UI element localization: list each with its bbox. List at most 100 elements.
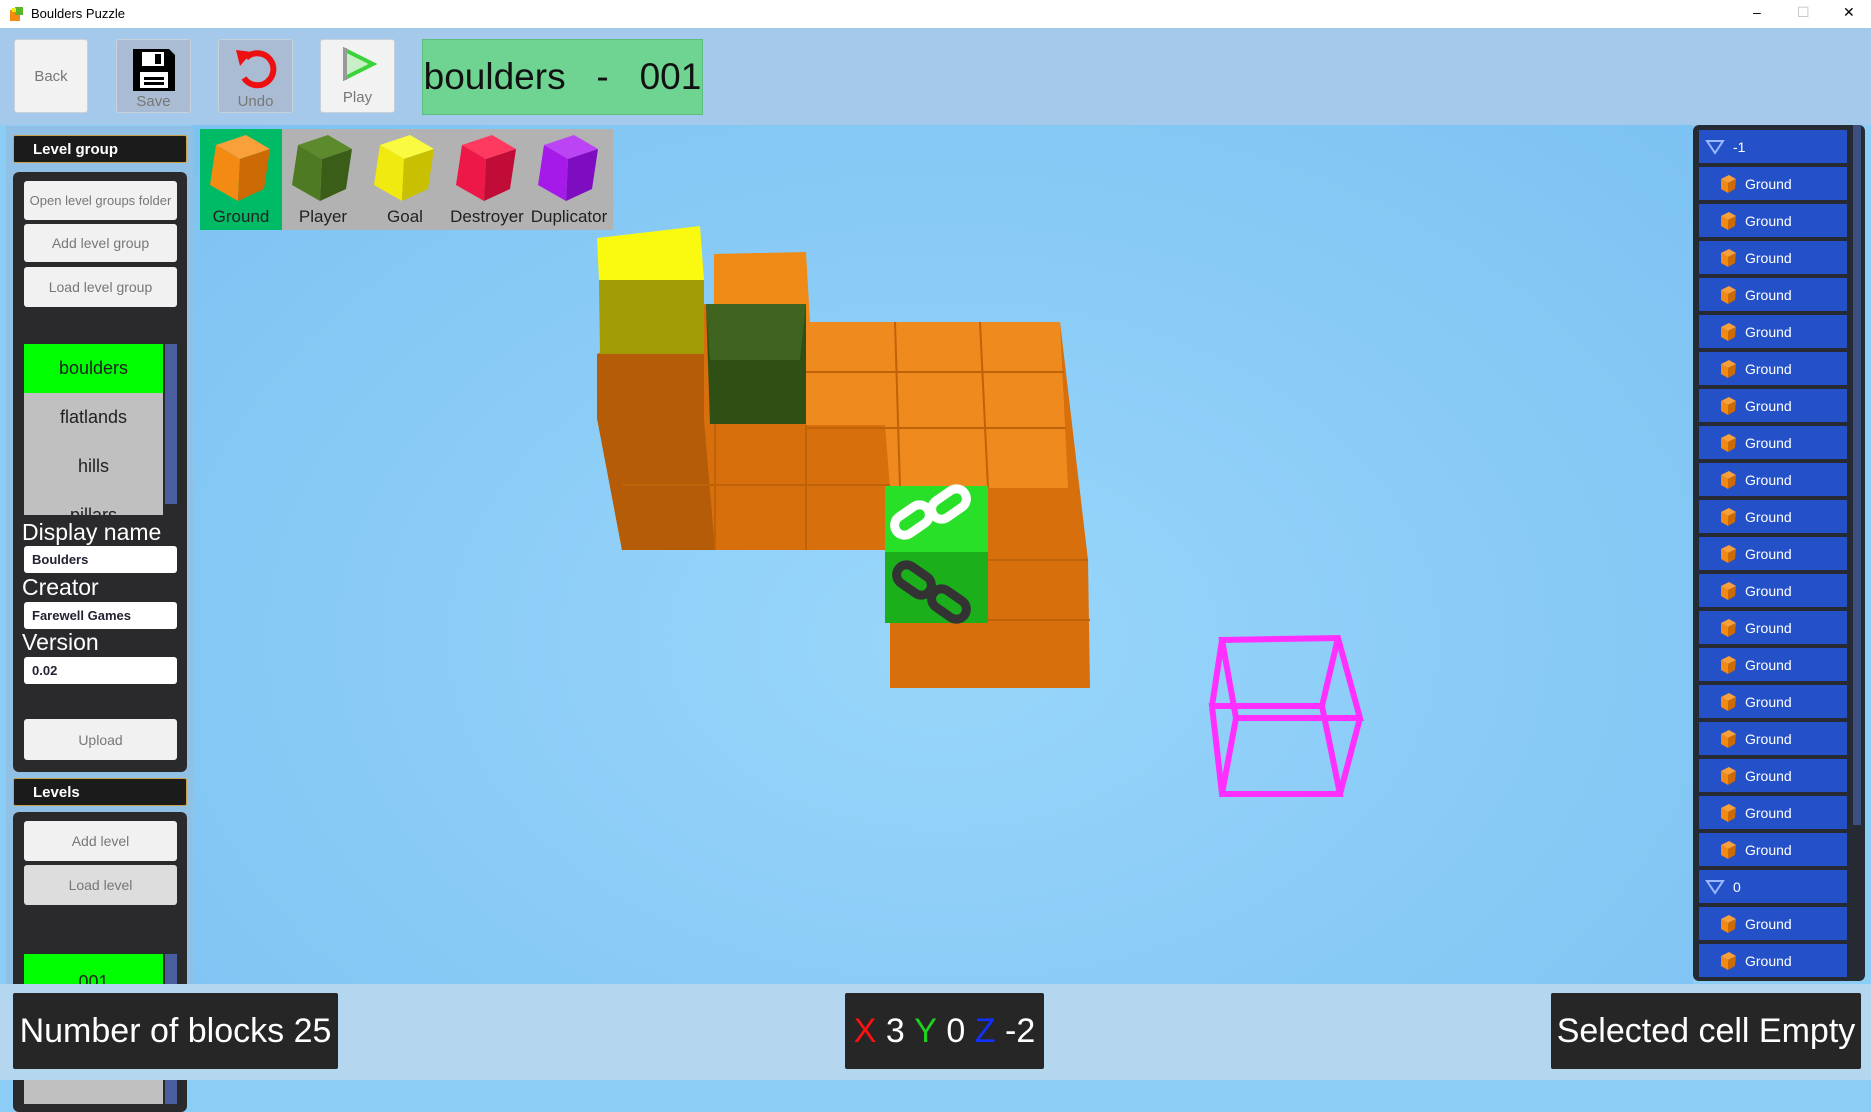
save-label: Save — [136, 93, 171, 110]
layer-label: Ground — [1745, 286, 1792, 303]
palette-label: Goal — [387, 207, 423, 226]
app-icon — [10, 7, 23, 21]
load-level-group-button[interactable]: Load level group — [24, 267, 177, 307]
version-input[interactable]: 0.02 — [24, 657, 177, 684]
ground-cube-icon — [1721, 655, 1736, 674]
layer-block-row[interactable]: Ground — [1699, 426, 1847, 459]
layer-block-row[interactable]: Ground — [1699, 648, 1847, 681]
layer-label: Ground — [1745, 323, 1792, 340]
list-item[interactable]: hills — [24, 442, 163, 491]
layer-group-row[interactable]: 0 — [1699, 870, 1847, 903]
minimize-button[interactable]: – — [1753, 4, 1761, 20]
ground-cube-icon — [1721, 803, 1736, 822]
open-level-groups-folder-button[interactable]: Open level groups folder — [24, 181, 177, 220]
level-group-list[interactable]: boulders flatlands hills pillars — [24, 344, 163, 515]
y-label: Y — [914, 1011, 937, 1050]
layer-label: Ground — [1745, 508, 1792, 525]
layer-block-row[interactable]: Ground — [1699, 907, 1847, 940]
play-label: Play — [342, 89, 373, 106]
layer-label: Ground — [1745, 360, 1792, 377]
selection-cursor-cube — [1208, 634, 1364, 797]
back-button[interactable]: Back — [14, 39, 88, 113]
ground-cube-icon — [1721, 285, 1736, 304]
display-name-input[interactable]: Boulders — [24, 546, 177, 573]
layer-block-row[interactable]: Ground — [1699, 833, 1847, 866]
layer-block-row[interactable]: Ground — [1699, 241, 1847, 274]
x-label: X — [853, 1011, 877, 1050]
layer-label: Ground — [1745, 804, 1792, 821]
layer-label: Ground — [1745, 730, 1792, 747]
layer-block-row[interactable]: Ground — [1699, 463, 1847, 496]
layer-label: Ground — [1745, 841, 1792, 858]
ground-cube-icon — [1721, 359, 1736, 378]
layer-block-row[interactable]: Ground — [1699, 278, 1847, 311]
layer-block-row[interactable]: Ground — [1699, 389, 1847, 422]
layer-label: Ground — [1745, 693, 1792, 710]
layer-block-row[interactable]: Ground — [1699, 759, 1847, 792]
player-block-top — [706, 304, 806, 360]
list-item[interactable]: boulders — [24, 344, 163, 393]
x-value: 3 — [885, 1011, 905, 1050]
undo-icon — [236, 50, 277, 89]
layer-group-row[interactable]: -1 — [1699, 130, 1847, 163]
layer-block-row[interactable]: Ground — [1699, 944, 1847, 977]
3d-viewport[interactable] — [193, 125, 1693, 984]
layer-block-row[interactable]: Ground — [1699, 204, 1847, 237]
layer-label: Ground — [1745, 767, 1792, 784]
layer-block-row[interactable]: Ground — [1699, 685, 1847, 718]
close-button[interactable]: ✕ — [1843, 4, 1855, 21]
layer-block-row[interactable]: Ground — [1699, 537, 1847, 570]
palette-ground[interactable]: Ground — [200, 129, 282, 230]
ground-block-left — [597, 354, 715, 550]
add-level-button[interactable]: Add level — [24, 821, 177, 861]
ground-cube-icon — [1721, 396, 1736, 415]
palette-destroyer[interactable]: Destroyer — [446, 129, 528, 230]
block-layer-list: -1 Ground Ground Ground Ground Ground Ground Gr… — [1693, 125, 1865, 981]
list-item[interactable]: flatlands — [24, 393, 163, 442]
layer-block-row[interactable]: Ground — [1699, 352, 1847, 385]
creator-input[interactable]: Farewell Games — [24, 602, 177, 629]
palette-duplicator[interactable]: Duplicator — [528, 129, 610, 230]
layer-block-row[interactable]: Ground — [1699, 722, 1847, 755]
ground-cube-icon — [1721, 470, 1736, 489]
level-group-panel: Open level groups folder Add level group… — [13, 172, 187, 772]
layer-block-row[interactable]: Ground — [1699, 611, 1847, 644]
layer-block-row[interactable]: Ground — [1699, 315, 1847, 348]
undo-button[interactable]: Undo — [218, 39, 293, 113]
window-title: Boulders Puzzle — [31, 6, 125, 21]
layer-block-row[interactable]: Ground — [1699, 574, 1847, 607]
floppy-disk-icon — [133, 49, 175, 91]
palette-player[interactable]: Player — [282, 129, 364, 230]
layer-block-row[interactable]: Ground — [1699, 500, 1847, 533]
ground-cube-icon — [1721, 433, 1736, 452]
load-level-button[interactable]: Load level — [24, 865, 177, 905]
level-title: boulders - 001 — [422, 39, 703, 115]
layer-label: Ground — [1745, 656, 1792, 673]
ground-cube-icon — [1721, 544, 1736, 563]
upload-button[interactable]: Upload — [24, 719, 177, 760]
save-button[interactable]: Save — [116, 39, 191, 113]
ground-cube-icon — [1721, 211, 1736, 230]
layer-label: Ground — [1745, 434, 1792, 451]
add-level-group-button[interactable]: Add level group — [24, 224, 177, 262]
level-group-scrollbar[interactable] — [165, 344, 177, 504]
maximize-button[interactable]: ☐ — [1797, 4, 1810, 21]
block-count: Number of blocks 25 — [13, 993, 338, 1069]
layer-label: Ground — [1745, 212, 1792, 229]
play-button[interactable]: Play — [320, 39, 395, 113]
triangle-down-icon — [1705, 139, 1725, 155]
goal-block-top — [597, 226, 704, 280]
layer-block-row[interactable]: Ground — [1699, 167, 1847, 200]
ground-cube-icon — [1721, 581, 1736, 600]
cursor-coordinates: X 3 Y 0 Z -2 — [845, 993, 1044, 1069]
level-group-header: Level group — [13, 135, 187, 163]
layer-label: -1 — [1733, 138, 1746, 155]
left-panel: Level group Open level groups folder Add… — [6, 126, 193, 1112]
level-scene[interactable] — [193, 125, 1693, 984]
layer-list-scrollbar[interactable] — [1853, 125, 1861, 825]
palette-goal[interactable]: Goal — [364, 129, 446, 230]
layer-block-row[interactable]: Ground — [1699, 796, 1847, 829]
palette-label: Duplicator — [530, 207, 608, 226]
list-item[interactable]: pillars — [24, 491, 163, 515]
player-cube-icon — [292, 135, 352, 201]
